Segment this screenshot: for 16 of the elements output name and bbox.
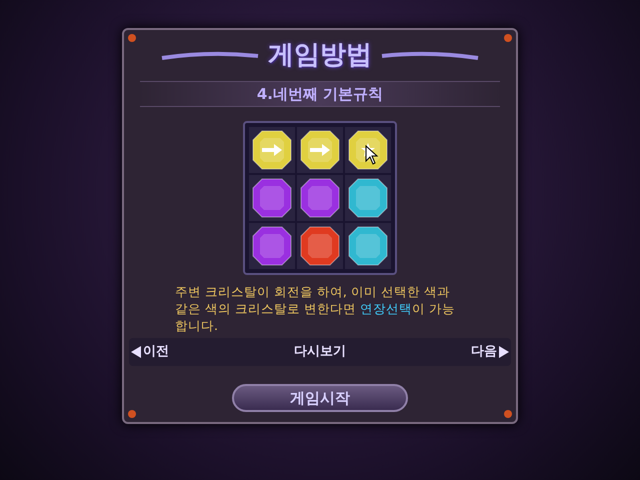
rivet-icon: [504, 34, 512, 42]
rivet-icon: [128, 410, 136, 418]
rule-description: 주변 크리스탈이 회전을 하여, 이미 선택한 색과 같은 색의 크리스탈로 변한다면 연장선택 이 가능합니다.: [175, 283, 456, 334]
next-button[interactable]: 다음: [471, 342, 509, 362]
right-arrow-icon: [309, 144, 331, 156]
cursor-icon: [365, 145, 379, 165]
rivet-icon: [504, 410, 512, 418]
replay-button[interactable]: 다시보기: [294, 342, 346, 362]
start-game-button[interactable]: 게임시작: [232, 384, 408, 412]
right-triangle-icon: [499, 346, 509, 358]
left-triangle-icon: [131, 346, 141, 358]
previous-button[interactable]: 이전: [131, 342, 169, 362]
rivet-icon: [128, 34, 136, 42]
section-heading: 4.네번째 기본규칙: [256, 84, 384, 105]
dialog-title: 게임방법: [268, 39, 372, 72]
right-arrow-icon: [261, 144, 283, 156]
